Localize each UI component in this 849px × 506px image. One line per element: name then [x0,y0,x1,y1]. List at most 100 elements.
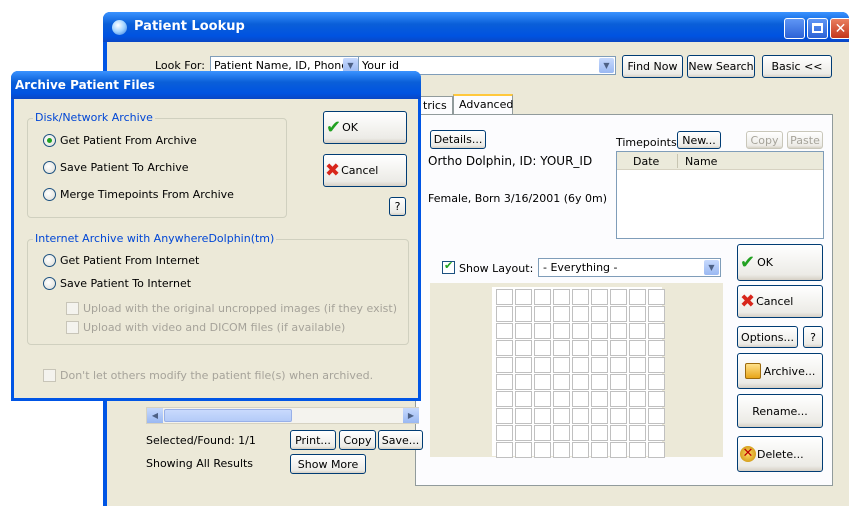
layout-slot [553,408,570,424]
get-from-internet-radio[interactable] [43,254,56,267]
layout-slot [515,425,532,441]
maximize-icon [812,23,823,33]
layout-slot [591,425,608,441]
archive-ok-label: OK [342,121,358,134]
layout-slot [572,442,589,458]
scroll-thumb[interactable] [164,409,292,422]
layout-slot [610,442,627,458]
app-icon [112,20,127,35]
layout-slot [648,306,665,322]
get-from-archive-radio[interactable] [43,134,56,147]
main-title-bar[interactable]: Patient Lookup ✕ [103,12,849,42]
timepoints-copy-button[interactable]: Copy [746,131,783,149]
scroll-right-button[interactable]: ▶ [403,408,419,423]
layout-slot [629,340,646,356]
get-from-internet-label: Get Patient From Internet [60,254,200,267]
layout-slot [515,340,532,356]
copy-button[interactable]: Copy [339,430,376,450]
layout-slot [591,306,608,322]
chevron-down-icon: ▼ [599,58,614,73]
save-to-archive-label: Save Patient To Archive [60,161,189,174]
col-divider [677,154,678,168]
layout-slot [496,425,513,441]
main-ok-button[interactable]: ✔ OK [737,244,823,281]
new-search-button[interactable]: New Search [687,55,755,78]
timepoints-new-button[interactable]: New... [677,131,721,149]
archive-ok-button[interactable]: ✔ OK [323,111,407,144]
archive-button[interactable]: Archive... [737,353,823,389]
layout-slot [572,425,589,441]
merge-timepoints-radio[interactable] [43,188,56,201]
show-more-button[interactable]: Show More [290,454,366,474]
layout-slot [534,374,551,390]
delete-button[interactable]: ✕ Delete... [737,436,823,472]
layout-slot [496,391,513,407]
main-cancel-label: Cancel [756,295,794,308]
save-to-internet-label: Save Patient To Internet [60,277,192,290]
layout-select[interactable]: - Everything - ▼ [538,258,721,277]
layout-slot [648,391,665,407]
layout-slot [610,289,627,305]
minimize-button[interactable] [784,18,805,39]
check-icon: ✔ [326,117,342,138]
tab-advanced[interactable]: Advanced [453,94,513,114]
main-ok-label: OK [757,256,773,269]
layout-slot [648,340,665,356]
save-to-archive-radio[interactable] [43,161,56,174]
layout-slot [553,357,570,373]
save-button[interactable]: Save... [378,430,423,450]
basic-toggle-button[interactable]: Basic << [762,55,832,78]
layout-slot [553,391,570,407]
layout-slot [629,391,646,407]
layout-slot [629,374,646,390]
layout-slot [610,357,627,373]
archive-label: Archive... [763,364,816,378]
options-button[interactable]: Options... [737,326,798,348]
main-help-button[interactable]: ? [803,326,823,348]
layout-slot [553,289,570,305]
archive-cancel-button[interactable]: ✖ Cancel [323,154,407,187]
results-hscrollbar[interactable]: ◀ ▶ [146,407,419,424]
scroll-left-button[interactable]: ◀ [147,408,163,423]
x-icon: ✖ [325,160,341,181]
upload-uncropped-checkbox[interactable] [66,302,79,315]
layout-slot [591,289,608,305]
timepoints-paste-button[interactable]: Paste [787,131,823,149]
layout-thumbnail-area [492,287,665,458]
layout-slot [496,374,513,390]
show-layout-checkbox[interactable]: ✔ [442,259,455,274]
internet-archive-group-title: Internet Archive with AnywhereDolphin(tm… [33,232,277,245]
main-cancel-button[interactable]: ✖ Cancel [737,285,823,318]
tab-metrics-label: trics [423,99,447,112]
layout-slot [629,306,646,322]
archive-help-button[interactable]: ? [389,197,406,216]
layout-slot [591,391,608,407]
rename-button[interactable]: Rename... [737,394,823,428]
upload-video-checkbox[interactable] [66,321,79,334]
layout-slot [648,425,665,441]
dont-modify-checkbox[interactable] [43,369,56,382]
print-button[interactable]: Print... [290,430,336,450]
layout-slot [534,323,551,339]
layout-slot [515,391,532,407]
save-to-internet-radio[interactable] [43,277,56,290]
layout-slot [610,391,627,407]
layout-slot [610,374,627,390]
layout-slot [496,289,513,305]
archive-title-bar[interactable]: Archive Patient Files [11,71,421,99]
maximize-button[interactable] [807,18,828,39]
patient-name: Ortho Dolphin, ID: YOUR_ID [428,154,593,168]
timepoints-list[interactable]: Date Name [616,151,824,239]
layout-slot [591,323,608,339]
find-now-button[interactable]: Find Now [622,55,683,78]
details-button[interactable]: Details... [430,130,486,149]
layout-slot [648,442,665,458]
layout-slot [610,425,627,441]
layout-slot [553,425,570,441]
close-button[interactable]: ✕ [830,18,849,39]
delete-label: Delete... [757,447,804,461]
layout-slot [534,357,551,373]
layout-slot [572,340,589,356]
layout-slot [534,340,551,356]
show-layout-label: Show Layout: [459,262,534,275]
